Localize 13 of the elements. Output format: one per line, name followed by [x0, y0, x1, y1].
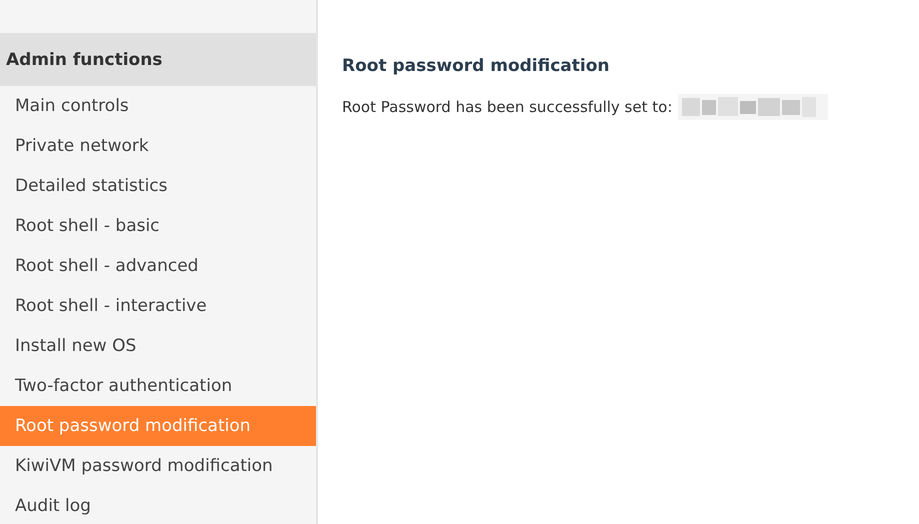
- sidebar-item[interactable]: KiwiVM password modification: [0, 446, 316, 486]
- sidebar-item[interactable]: Main controls: [0, 86, 316, 126]
- sidebar-item[interactable]: Private network: [0, 126, 316, 166]
- sidebar-item[interactable]: Two-factor authentication: [0, 366, 316, 406]
- section-heading: Root password modification: [342, 56, 611, 76]
- sidebar-item[interactable]: Install new OS: [0, 326, 316, 366]
- sidebar-item[interactable]: Root shell - advanced: [0, 246, 316, 286]
- sidebar-item[interactable]: Root shell - basic: [0, 206, 316, 246]
- sidebar-item[interactable]: Root shell - interactive: [0, 286, 316, 326]
- sidebar-item[interactable]: Audit log: [0, 486, 316, 524]
- sidebar-title: Admin functions: [0, 33, 316, 86]
- status-message: Root Password has been successfully set to:: [342, 98, 672, 116]
- sidebar-item[interactable]: Detailed statistics: [0, 166, 316, 206]
